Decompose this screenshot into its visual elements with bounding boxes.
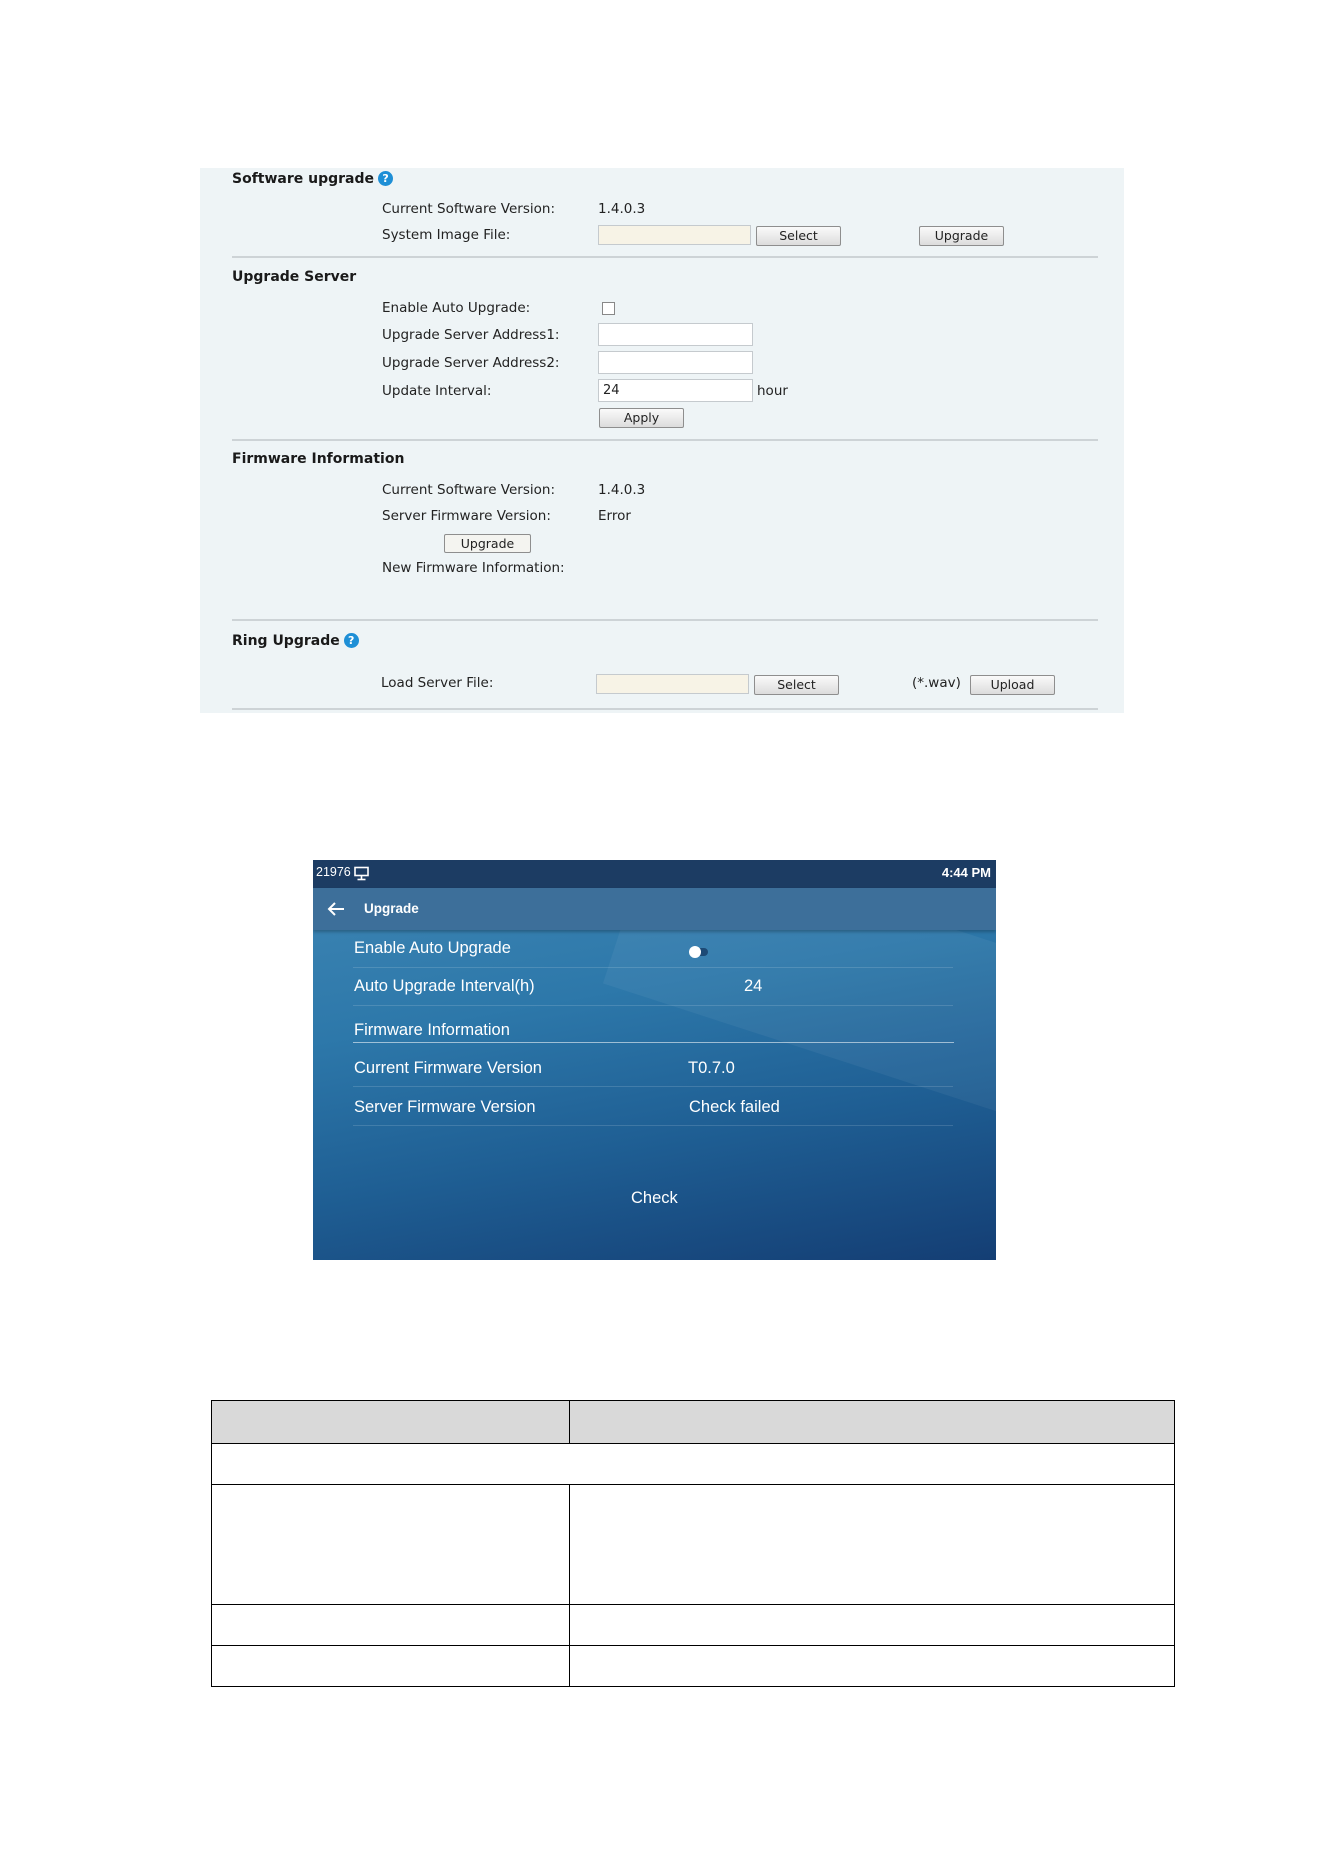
check-button[interactable]: Check bbox=[631, 1189, 678, 1208]
header-underline bbox=[353, 1042, 954, 1043]
table-cell bbox=[211, 1604, 570, 1646]
server-firmware-version-value: Check failed bbox=[689, 1098, 780, 1116]
apply-button[interactable]: Apply bbox=[599, 408, 684, 428]
system-image-file-input[interactable] bbox=[598, 225, 751, 245]
firmware-information-title: Firmware Information bbox=[232, 451, 405, 467]
load-server-file-input[interactable] bbox=[596, 674, 749, 694]
parameter-table bbox=[211, 1400, 1175, 1687]
web-upgrade-panel: Software upgrade? Current Software Versi… bbox=[200, 168, 1124, 713]
firmware-current-version-value: 1.4.0.3 bbox=[598, 482, 646, 498]
row-separator bbox=[353, 967, 953, 968]
upgrade-image-button[interactable]: Upgrade bbox=[919, 226, 1004, 246]
table-cell bbox=[569, 1484, 1175, 1605]
table-row bbox=[211, 1604, 1175, 1646]
current-software-version-label: Current Software Version: bbox=[382, 201, 555, 217]
firmware-information-header: Firmware Information bbox=[354, 1021, 510, 1039]
server-firmware-version-label: Server Firmware Version bbox=[354, 1098, 536, 1116]
help-icon[interactable]: ? bbox=[343, 633, 359, 648]
row-separator bbox=[353, 1125, 953, 1126]
table-cell bbox=[569, 1645, 1175, 1687]
wav-extension-hint: (*.wav) bbox=[912, 675, 961, 691]
section-divider bbox=[232, 619, 1098, 621]
update-interval-label: Update Interval: bbox=[382, 383, 492, 399]
upgrade-server-title: Upgrade Server bbox=[232, 269, 357, 285]
status-time: 4:44 PM bbox=[941, 865, 991, 880]
update-interval-unit: hour bbox=[757, 383, 788, 399]
firmware-upgrade-button[interactable]: Upgrade bbox=[444, 534, 531, 553]
upload-ring-button[interactable]: Upload bbox=[970, 675, 1055, 695]
status-extension: 21976 bbox=[316, 865, 351, 879]
section-divider bbox=[232, 439, 1098, 441]
auto-upgrade-interval-value[interactable]: 24 bbox=[744, 977, 762, 996]
select-image-button[interactable]: Select bbox=[756, 226, 841, 246]
app-bar: Upgrade bbox=[313, 888, 996, 930]
current-firmware-version-label: Current Firmware Version bbox=[354, 1059, 542, 1077]
help-icon[interactable]: ? bbox=[378, 171, 394, 186]
table-cell bbox=[211, 1484, 570, 1605]
select-ring-button[interactable]: Select bbox=[754, 675, 839, 695]
auto-upgrade-toggle-knob[interactable] bbox=[689, 946, 701, 958]
software-upgrade-title: Software upgrade? bbox=[232, 171, 394, 187]
auto-upgrade-interval-label: Auto Upgrade Interval(h) bbox=[354, 977, 535, 995]
upgrade-server-address1-label: Upgrade Server Address1: bbox=[382, 327, 560, 343]
table-cell bbox=[569, 1604, 1175, 1646]
table-header-cell bbox=[569, 1400, 1175, 1444]
table-row bbox=[211, 1645, 1175, 1687]
table-cell bbox=[211, 1645, 570, 1687]
row-separator bbox=[353, 1086, 953, 1087]
section-divider bbox=[232, 708, 1098, 710]
table-row bbox=[211, 1484, 1175, 1605]
back-arrow-icon[interactable] bbox=[327, 901, 345, 917]
enable-auto-upgrade-label: Enable Auto Upgrade: bbox=[382, 300, 531, 316]
network-icon bbox=[354, 866, 369, 881]
row-separator bbox=[353, 1005, 953, 1006]
app-bar-title: Upgrade bbox=[364, 901, 419, 916]
section-divider bbox=[232, 256, 1098, 258]
load-server-file-label: Load Server File: bbox=[381, 675, 494, 691]
table-header-row bbox=[211, 1400, 1175, 1444]
firmware-current-version-label: Current Software Version: bbox=[382, 482, 555, 498]
table-row bbox=[211, 1443, 1175, 1485]
status-bar: 21976 4:44 PM bbox=[313, 860, 996, 888]
server-firmware-version-value: Error bbox=[598, 508, 631, 524]
enable-auto-upgrade-checkbox[interactable] bbox=[602, 302, 615, 315]
update-interval-input[interactable]: 24 bbox=[598, 379, 753, 402]
upgrade-server-address2-input[interactable] bbox=[598, 351, 753, 374]
upgrade-server-address1-input[interactable] bbox=[598, 323, 753, 346]
server-firmware-version-label: Server Firmware Version: bbox=[382, 508, 551, 524]
current-software-version-value: 1.4.0.3 bbox=[598, 201, 646, 217]
system-image-file-label: System Image File: bbox=[382, 227, 511, 243]
enable-auto-upgrade-row-label: Enable Auto Upgrade bbox=[354, 939, 511, 957]
phone-upgrade-screen: 21976 4:44 PM Upgrade Enable Auto Upgrad… bbox=[313, 860, 996, 1260]
ring-upgrade-title: Ring Upgrade? bbox=[232, 633, 359, 649]
current-firmware-version-value: T0.7.0 bbox=[688, 1059, 735, 1077]
upgrade-server-address2-label: Upgrade Server Address2: bbox=[382, 355, 560, 371]
table-header-cell bbox=[211, 1400, 570, 1444]
table-cell bbox=[211, 1443, 1175, 1485]
new-firmware-information-label: New Firmware Information: bbox=[382, 560, 565, 576]
